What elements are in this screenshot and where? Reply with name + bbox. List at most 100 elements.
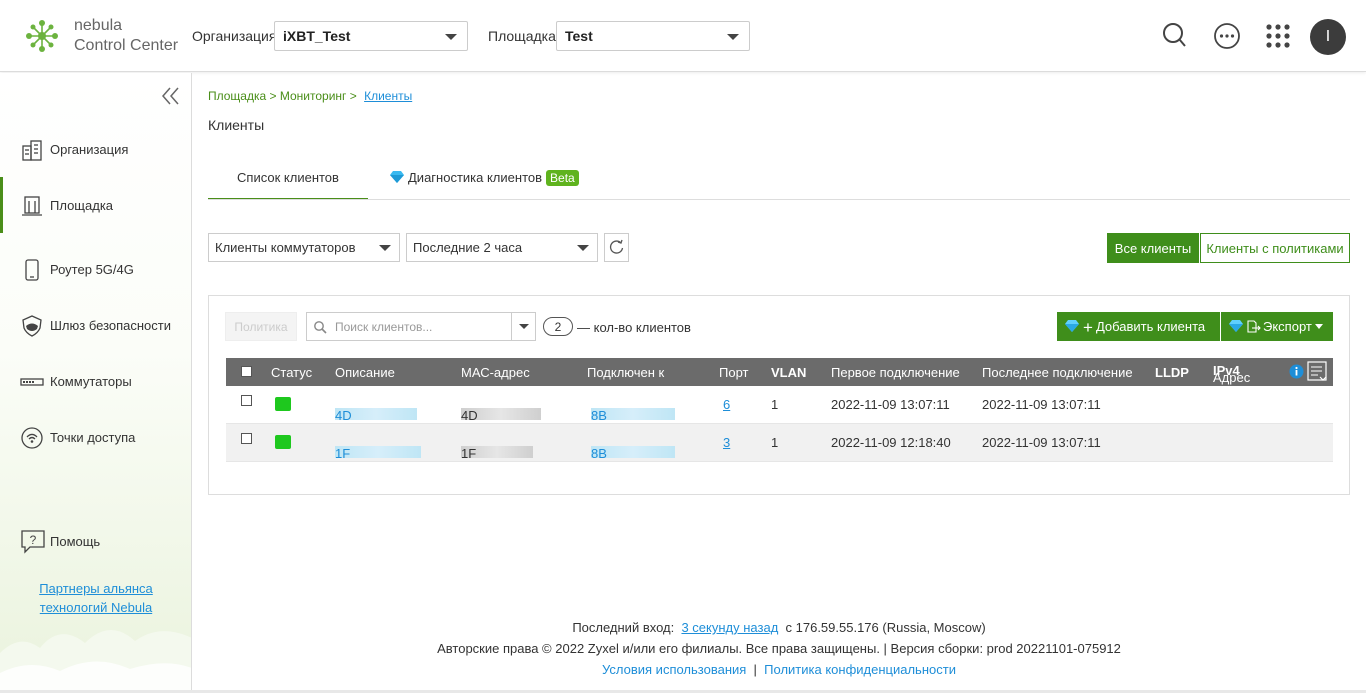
- table-header: Статус Описание МАС-адрес Подключен к По…: [226, 358, 1333, 386]
- first-seen-value: 2022-11-09 12:18:40: [831, 435, 951, 450]
- sidebar-item-access-points[interactable]: Точки доступа: [0, 417, 191, 457]
- policy-button[interactable]: Политика: [225, 312, 297, 341]
- sidebar-item-label: Коммутаторы: [50, 374, 132, 389]
- policy-clients-button[interactable]: Клиенты с политиками: [1200, 233, 1350, 263]
- switch-icon: [20, 378, 44, 386]
- chevron-down-icon: [577, 245, 589, 251]
- last-login-link[interactable]: 3 секунду назад: [681, 620, 778, 635]
- all-clients-button[interactable]: Все клиенты: [1107, 233, 1199, 263]
- partner-link-line-2[interactable]: технологий Nebula: [0, 598, 191, 617]
- client-search[interactable]: [306, 312, 536, 341]
- sidebar-item-switches[interactable]: Коммутаторы: [0, 361, 191, 401]
- port-link[interactable]: 6: [723, 397, 730, 412]
- status-online-icon: [275, 435, 291, 449]
- more-icon[interactable]: [1209, 18, 1245, 54]
- sidebar-item-label: Шлюз безопасности: [50, 318, 172, 333]
- client-type-select[interactable]: Клиенты коммутаторов: [208, 233, 400, 262]
- status-online-icon: [275, 397, 291, 411]
- diamond-icon: [1229, 320, 1243, 332]
- privacy-link[interactable]: Политика конфиденциальности: [764, 662, 956, 677]
- search-dropdown[interactable]: [511, 313, 535, 340]
- sidebar-item-label: Организация: [50, 142, 129, 157]
- add-client-button[interactable]: + Добавить клиента: [1057, 312, 1220, 341]
- sidebar-item-organization[interactable]: Организация: [0, 129, 191, 169]
- tab-client-list[interactable]: Список клиентов: [208, 162, 368, 200]
- apps-grid-icon[interactable]: [1260, 18, 1296, 54]
- table-row[interactable]: 00:4D 00:4D BC8B 6 1 2022-11-09 13:07:11…: [226, 386, 1333, 424]
- port-link[interactable]: 3: [723, 435, 730, 450]
- security-gateway-icon: [22, 315, 42, 337]
- refresh-button[interactable]: [604, 233, 629, 262]
- column-settings-icon[interactable]: [1307, 361, 1329, 383]
- site-select[interactable]: Test: [556, 21, 750, 51]
- col-last-seen[interactable]: Последнее подключение: [982, 365, 1133, 380]
- diamond-icon: [1065, 320, 1079, 332]
- search-input[interactable]: [335, 318, 505, 336]
- breadcrumb-path[interactable]: Площадка > Мониторинг >: [208, 89, 360, 103]
- terms-link[interactable]: Условия использования: [602, 662, 746, 677]
- last-login-ip: с 176.59.55.176 (Russia, Moscow): [785, 620, 986, 635]
- tabs-divider: [208, 199, 1350, 200]
- breadcrumb: Площадка > Мониторинг > Клиенты: [208, 89, 412, 103]
- site-label: Площадка:: [488, 28, 560, 44]
- col-mac[interactable]: МАС-адрес: [461, 365, 530, 380]
- org-select[interactable]: iXBT_Test: [274, 21, 468, 51]
- col-vlan[interactable]: VLAN: [771, 365, 806, 380]
- col-ipv4-prefix: Адрес: [1213, 370, 1251, 385]
- client-count-label: — кол-во клиентов: [577, 320, 691, 335]
- sidebar-item-site[interactable]: Площадка: [0, 177, 191, 233]
- organization-icon: [22, 140, 42, 161]
- chevron-down-icon: [727, 34, 739, 40]
- tab-client-diagnostics[interactable]: Диагностика клиентов Beta: [390, 162, 579, 200]
- sidebar-item-label: Помощь: [50, 534, 101, 549]
- sidebar-item-security-gateway[interactable]: Шлюз безопасности: [0, 305, 191, 345]
- brand-line-2: Control Center: [74, 37, 179, 54]
- info-icon[interactable]: [1289, 364, 1304, 379]
- mobile-router-icon: [25, 259, 39, 281]
- brand-name: nebula Control Center: [74, 16, 178, 56]
- chevron-down-icon: [379, 245, 391, 251]
- row-checkbox[interactable]: [241, 433, 252, 444]
- beta-badge: Beta: [546, 170, 579, 186]
- col-first-seen[interactable]: Первое подключение: [831, 365, 960, 380]
- page-title: Клиенты: [208, 117, 265, 133]
- access-point-icon: [21, 427, 43, 449]
- table-row[interactable]: 041F 04:1F BC8B 3 1 2022-11-09 12:18:40 …: [226, 424, 1333, 462]
- breadcrumb-current[interactable]: Клиенты: [364, 89, 412, 103]
- client-count-badge: 2: [543, 317, 573, 336]
- site-select-value: Test: [565, 28, 593, 44]
- time-period-select[interactable]: Последние 2 часа: [406, 233, 598, 262]
- export-button[interactable]: Экспорт: [1221, 312, 1333, 341]
- col-status[interactable]: Статус: [271, 365, 312, 380]
- copyright: Авторские права © 2022 Zyxel и/или его ф…: [437, 641, 1121, 656]
- client-type-value: Клиенты коммутаторов: [215, 240, 356, 255]
- chevron-down-icon: [519, 324, 529, 329]
- collapse-sidebar-icon[interactable]: [160, 85, 182, 107]
- org-select-value: iXBT_Test: [283, 28, 351, 44]
- row-checkbox[interactable]: [241, 395, 252, 406]
- last-seen-value: 2022-11-09 13:07:11: [982, 435, 1101, 450]
- select-all-checkbox[interactable]: [241, 366, 252, 377]
- add-client-label: Добавить клиента: [1095, 319, 1206, 334]
- col-connected-to[interactable]: Подключен к: [587, 365, 664, 380]
- nebula-logo[interactable]: [24, 18, 60, 54]
- partner-link-line-1[interactable]: Партнеры альянса: [0, 579, 191, 598]
- col-ipv4[interactable]: Адрес IPv4: [1213, 363, 1250, 385]
- site-icon: [22, 196, 42, 216]
- last-login-line: Последний вход: 3 секунду назад с 176.59…: [192, 620, 1366, 635]
- chevron-down-icon: [1314, 324, 1323, 329]
- svg-text:?: ?: [30, 533, 37, 547]
- user-avatar[interactable]: I: [1310, 19, 1346, 55]
- partner-alliance-link[interactable]: Партнеры альянса технологий Nebula: [0, 579, 191, 617]
- col-lldp[interactable]: LLDP: [1155, 365, 1189, 380]
- sidebar-item-mobile-router[interactable]: Роутер 5G/4G: [0, 249, 191, 289]
- search-icon[interactable]: [1157, 18, 1193, 54]
- brand-line-1: nebula: [74, 17, 123, 34]
- col-description[interactable]: Описание: [335, 365, 395, 380]
- time-period-value: Последние 2 часа: [413, 240, 523, 255]
- col-port[interactable]: Порт: [719, 365, 748, 380]
- plus-icon: +: [1083, 318, 1093, 337]
- legal-separator: |: [753, 662, 757, 677]
- sidebar-item-help[interactable]: ? Помощь: [0, 525, 191, 557]
- sidebar-item-label: Точки доступа: [50, 430, 136, 445]
